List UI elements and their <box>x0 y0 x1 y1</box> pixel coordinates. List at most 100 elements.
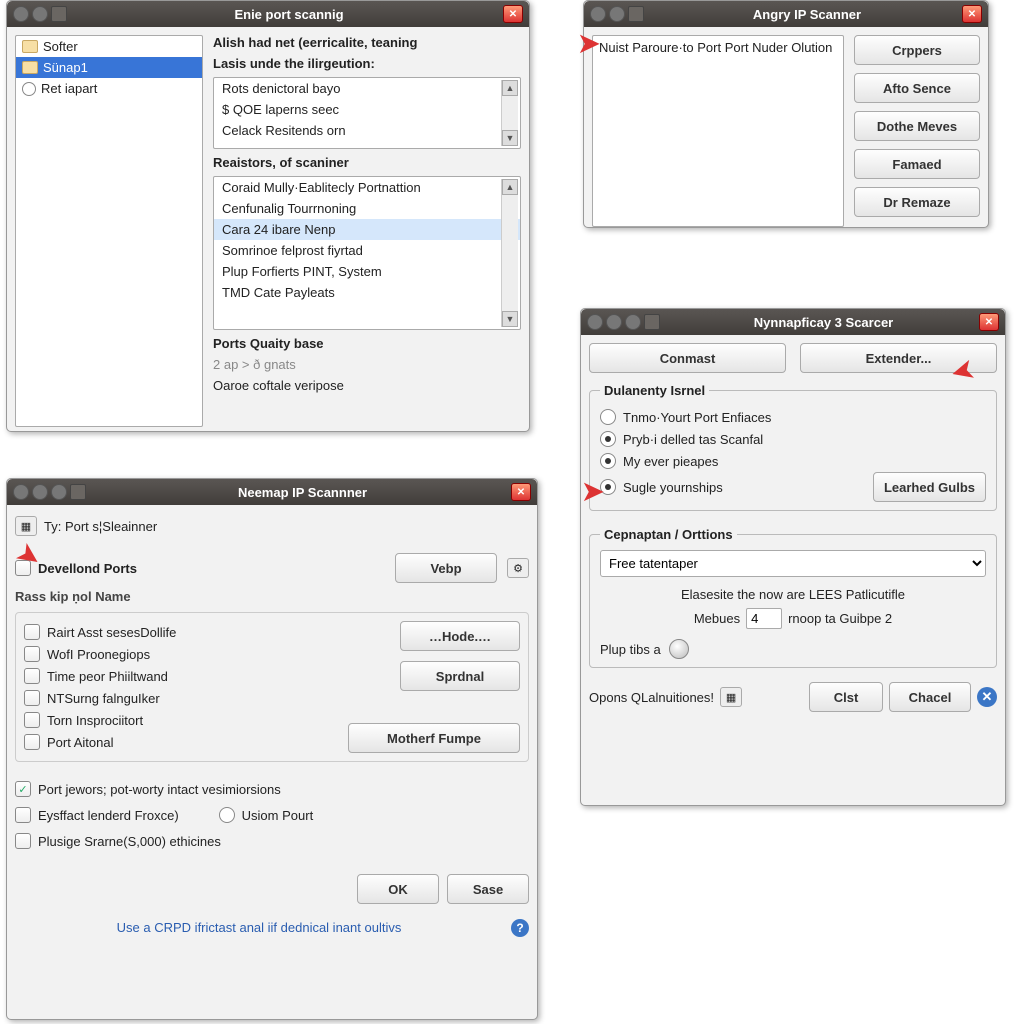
check-row[interactable]: NTSurng falnguIker <box>24 687 390 709</box>
slider[interactable] <box>669 639 689 659</box>
scrollbar[interactable]: ▲▼ <box>501 80 518 146</box>
afto-sence-button[interactable]: Afto Sence <box>854 73 980 103</box>
radio[interactable] <box>600 453 616 469</box>
crppers-button[interactable]: Crppers <box>854 35 980 65</box>
list-item[interactable]: Cenfunalig Tourrnoning <box>214 198 520 219</box>
check-row[interactable]: ✓Port jewors; pot-worty intact vesimiors… <box>15 778 529 800</box>
vebp-button[interactable]: Vebp <box>395 553 497 583</box>
textarea[interactable]: Nuist Paroure·to Port Port Nuder Olution <box>592 35 844 227</box>
window-control-icon[interactable] <box>13 6 29 22</box>
check-row[interactable]: Port Aitonal <box>24 731 390 753</box>
check-row[interactable]: Torn Insprociitort <box>24 709 390 731</box>
famaed-button[interactable]: Famaed <box>854 149 980 179</box>
window-control-icon[interactable] <box>606 314 622 330</box>
radio-row[interactable]: Sugle yournships <box>600 476 865 498</box>
cepnaptan-group: Cepnaptan / Orttions Free tatentaper Ela… <box>589 527 997 668</box>
list-item[interactable]: TMD Cate Payleats <box>214 282 520 303</box>
titlebar[interactable]: Neemap IP Scannner ✕ <box>7 479 537 505</box>
list-item[interactable]: Plup Forfierts PINT, System <box>214 261 520 282</box>
window-control-icon[interactable] <box>70 484 86 500</box>
sidebar-tree[interactable]: Softer Sünap1 Ret iapart <box>15 35 203 427</box>
list-item[interactable]: Rots denictoral bayo <box>214 78 520 99</box>
sprdnal-button[interactable]: Sprdnal <box>400 661 520 691</box>
slider-knob-icon[interactable] <box>669 639 689 659</box>
window-control-icon[interactable] <box>644 314 660 330</box>
mebues-input[interactable] <box>746 608 782 629</box>
checkbox[interactable] <box>24 646 40 662</box>
mother-fumpe-button[interactable]: Motherf Fumpe <box>348 723 520 753</box>
x-circle-icon[interactable]: ✕ <box>977 687 997 707</box>
checkbox[interactable] <box>24 668 40 684</box>
window-control-icon[interactable] <box>32 484 48 500</box>
help-icon[interactable]: ? <box>511 919 529 937</box>
window-control-icon[interactable] <box>609 6 625 22</box>
window-control-icon[interactable] <box>625 314 641 330</box>
check-row[interactable]: Plusige Srarne(S,000) ethicines <box>15 830 529 852</box>
list-item[interactable]: Celack Resitends orn <box>214 120 520 141</box>
checkbox[interactable]: ✓ <box>15 781 31 797</box>
checkbox[interactable] <box>24 624 40 640</box>
scroll-up-icon[interactable]: ▲ <box>502 179 518 195</box>
chacel-button[interactable]: Chacel <box>889 682 971 712</box>
check-row[interactable]: Eysffact lenderd Froxce) <box>15 804 179 826</box>
check-row[interactable]: Rairt Asst sesesDollife <box>24 621 390 643</box>
close-icon[interactable]: ✕ <box>979 313 999 331</box>
radio[interactable] <box>219 807 235 823</box>
bullet-icon <box>22 82 36 96</box>
checkbox[interactable] <box>24 734 40 750</box>
titlebar[interactable]: Enie port scannig ✕ <box>7 1 529 27</box>
window-control-icon[interactable] <box>590 6 606 22</box>
close-icon[interactable]: ✕ <box>511 483 531 501</box>
checkbox[interactable] <box>24 712 40 728</box>
group-title: Cepnaptan / Orttions <box>600 527 737 542</box>
dothe-meves-button[interactable]: Dothe Meves <box>854 111 980 141</box>
list-item[interactable]: $ QOE laperns seec <box>214 99 520 120</box>
clst-button[interactable]: Clst <box>809 682 883 712</box>
radio[interactable] <box>600 431 616 447</box>
checkbox[interactable] <box>15 833 31 849</box>
tree-item[interactable]: Sünap1 <box>16 57 202 78</box>
window-control-icon[interactable] <box>587 314 603 330</box>
scroll-up-icon[interactable]: ▲ <box>502 80 518 96</box>
hode-button[interactable]: …Hode.… <box>400 621 520 651</box>
learhed-button[interactable]: Learhed Gulbs <box>873 472 986 502</box>
list-item[interactable]: Somrinoe felprost fiyrtad <box>214 240 520 261</box>
window-control-icon[interactable] <box>51 6 67 22</box>
options-icon[interactable]: ▦ <box>720 687 742 707</box>
help-link[interactable]: Use a CRPD ifrictast anal iif dednical i… <box>15 916 503 939</box>
radio-row[interactable]: Usiom Pourt <box>219 804 314 826</box>
tree-item[interactable]: Ret iapart <box>16 78 202 99</box>
check-row[interactable]: Time peor Phiiltwand <box>24 665 390 687</box>
listbox[interactable]: Rots denictoral bayo $ QOE laperns seec … <box>213 77 521 149</box>
list-item[interactable]: Coraid Mully·Eablitecly Portnattion <box>214 177 520 198</box>
window-control-icon[interactable] <box>51 484 67 500</box>
close-icon[interactable]: ✕ <box>962 5 982 23</box>
sase-button[interactable]: Sase <box>447 874 529 904</box>
list-item[interactable]: Cara 24 ibare Nenp <box>214 219 520 240</box>
gear-icon[interactable]: ⚙ <box>507 558 529 578</box>
window-control-icon[interactable] <box>628 6 644 22</box>
radio-row[interactable]: Pryb·i delled tas Scanfal <box>600 428 986 450</box>
titlebar[interactable]: Nynnapficay 3 Scarcer ✕ <box>581 309 1005 335</box>
tree-item[interactable]: Softer <box>16 36 202 57</box>
window-control-icon[interactable] <box>13 484 29 500</box>
checkbox[interactable] <box>15 807 31 823</box>
scroll-down-icon[interactable]: ▼ <box>502 311 518 327</box>
scroll-down-icon[interactable]: ▼ <box>502 130 518 146</box>
titlebar[interactable]: Angry IP Scanner ✕ <box>584 1 988 27</box>
mode-select[interactable]: Free tatentaper <box>600 550 986 577</box>
check-row[interactable]: WofI Proonegiops <box>24 643 390 665</box>
neemap-window: Neemap IP Scannner ✕ ▦Ty: Port s¦Sleainn… <box>6 478 538 1020</box>
radio-row[interactable]: My ever pieapes <box>600 450 986 472</box>
checkbox[interactable] <box>24 690 40 706</box>
listbox[interactable]: Coraid Mully·Eablitecly Portnattion Cenf… <box>213 176 521 330</box>
ok-button[interactable]: OK <box>357 874 439 904</box>
dr-remaze-button[interactable]: Dr Remaze <box>854 187 980 217</box>
conmast-button[interactable]: Conmast <box>589 343 786 373</box>
radio-row[interactable]: Tnmo·Yourt Port Enfiaces <box>600 406 986 428</box>
radio[interactable] <box>600 409 616 425</box>
heading: Lasis unde the ilirgeution: <box>213 56 521 71</box>
window-control-icon[interactable] <box>32 6 48 22</box>
scrollbar[interactable]: ▲▼ <box>501 179 518 327</box>
close-icon[interactable]: ✕ <box>503 5 523 23</box>
